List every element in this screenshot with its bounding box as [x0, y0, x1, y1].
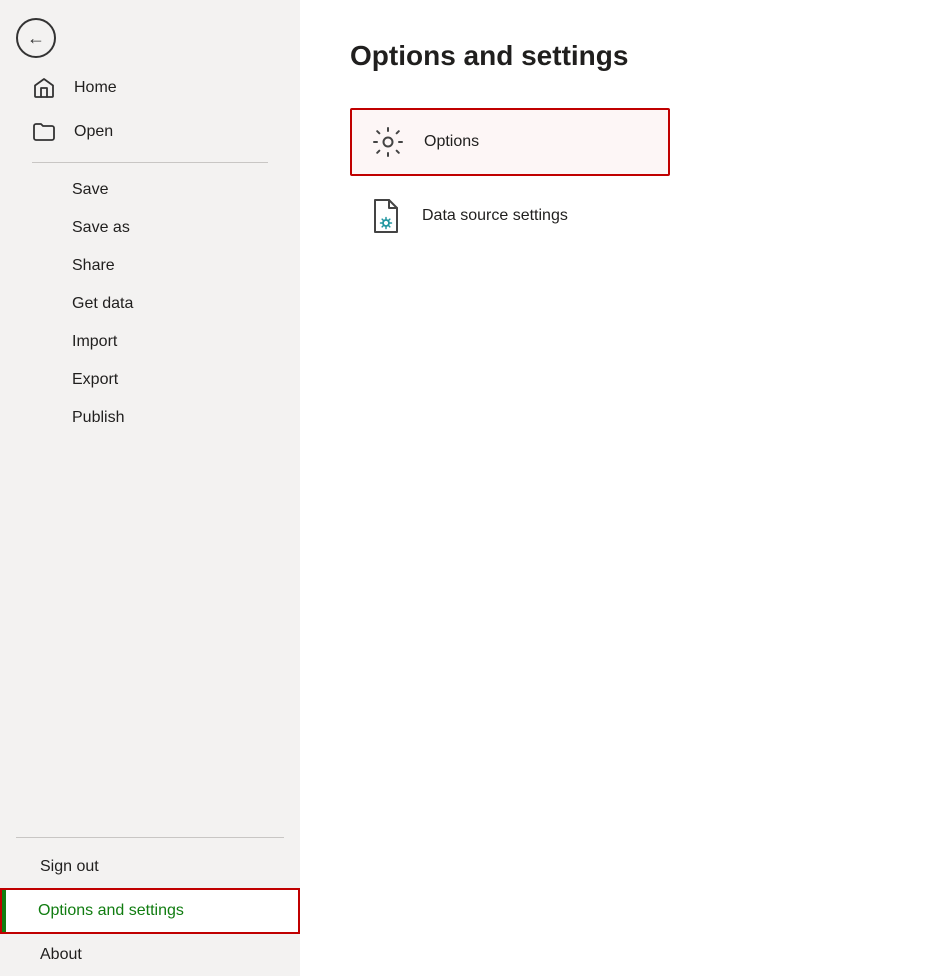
sidebar-item-about-label: About — [40, 946, 82, 963]
sidebar-item-export-label: Export — [72, 371, 118, 388]
sidebar-item-save-as-label: Save as — [72, 219, 130, 236]
sidebar-item-export[interactable]: Export — [16, 361, 284, 399]
sidebar-item-publish-label: Publish — [72, 409, 124, 426]
page-title: Options and settings — [350, 40, 901, 72]
sidebar: ← Home Open Save — [0, 0, 300, 976]
sidebar-bottom: Sign out Options and settings About — [0, 829, 300, 976]
folder-icon — [32, 120, 60, 144]
active-indicator — [2, 890, 6, 932]
sidebar-item-get-data-label: Get data — [72, 295, 133, 312]
nav-divider — [32, 162, 268, 163]
sidebar-item-options-and-settings[interactable]: Options and settings — [0, 888, 300, 934]
sidebar-item-open[interactable]: Open — [16, 110, 284, 154]
options-label: Options — [424, 133, 479, 151]
options-card[interactable]: Options — [350, 108, 670, 176]
sidebar-top: ← Home Open Save — [0, 0, 300, 437]
data-source-settings-label: Data source settings — [422, 207, 568, 225]
sidebar-item-options-and-settings-label: Options and settings — [38, 902, 184, 919]
sidebar-item-save-label: Save — [72, 181, 108, 198]
data-source-icon — [368, 198, 404, 234]
home-icon — [32, 76, 60, 100]
back-button[interactable]: ← — [16, 18, 56, 58]
sidebar-item-get-data[interactable]: Get data — [16, 285, 284, 323]
back-arrow-icon: ← — [27, 29, 45, 47]
sidebar-item-open-label: Open — [74, 123, 113, 141]
sidebar-item-sign-out[interactable]: Sign out — [0, 846, 300, 888]
sidebar-item-home[interactable]: Home — [16, 66, 284, 110]
sidebar-item-about[interactable]: About — [0, 934, 300, 976]
gear-icon — [370, 124, 406, 160]
sidebar-item-publish[interactable]: Publish — [16, 399, 284, 437]
sidebar-item-import[interactable]: Import — [16, 323, 284, 361]
sidebar-item-import-label: Import — [72, 333, 117, 350]
sidebar-item-sign-out-label: Sign out — [40, 858, 99, 875]
data-source-settings-card[interactable]: Data source settings — [350, 184, 670, 248]
bottom-divider — [16, 837, 284, 838]
sidebar-item-share[interactable]: Share — [16, 247, 284, 285]
sidebar-item-save-as[interactable]: Save as — [16, 209, 284, 247]
main-content: Options and settings Options Data source… — [300, 0, 951, 976]
sidebar-item-share-label: Share — [72, 257, 115, 274]
sidebar-item-home-label: Home — [74, 79, 117, 97]
sidebar-item-save[interactable]: Save — [16, 171, 284, 209]
